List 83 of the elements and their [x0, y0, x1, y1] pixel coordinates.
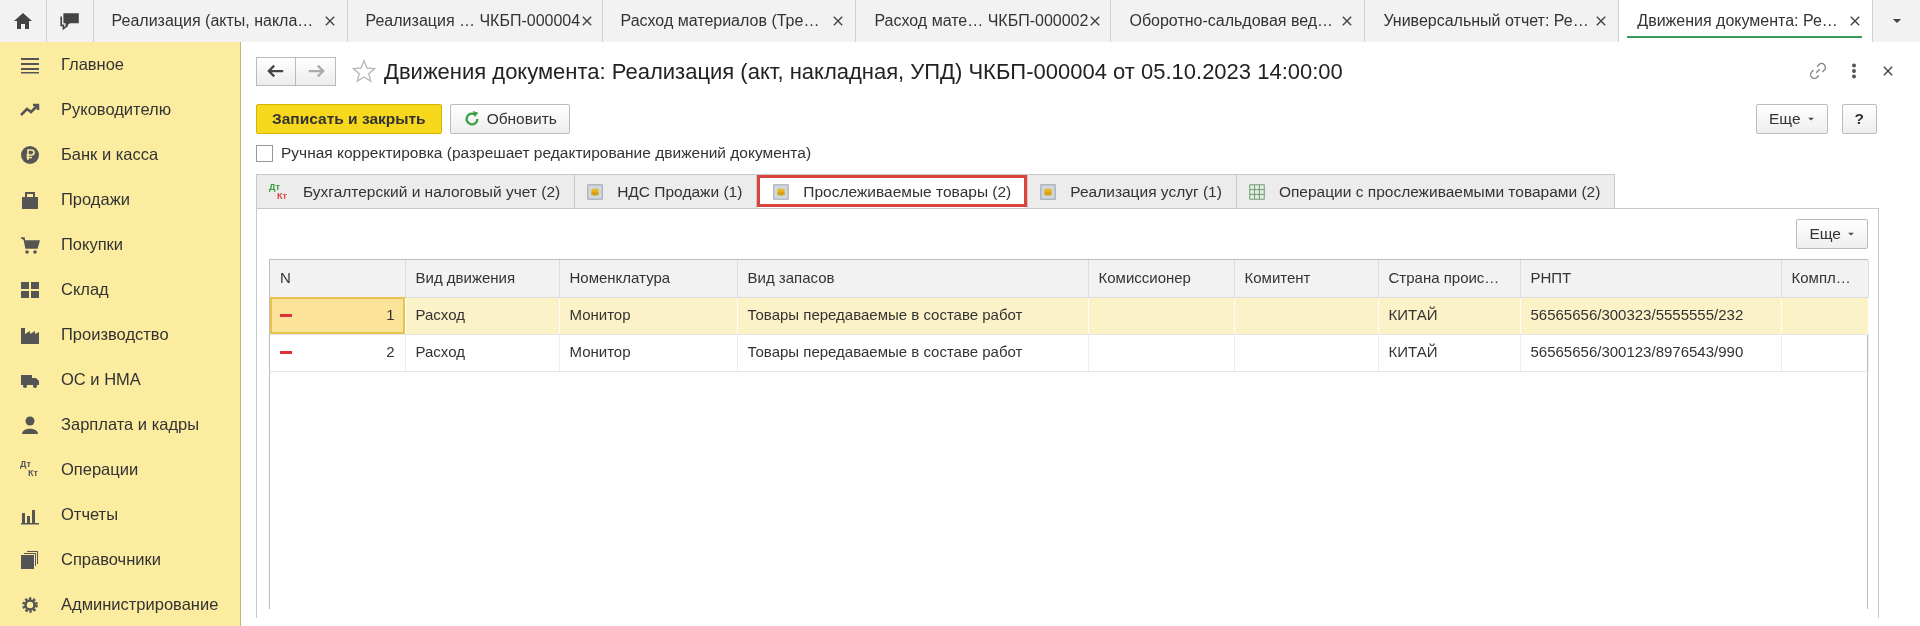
window-tab[interactable]: Движения документа: Ре… — [1619, 0, 1874, 42]
sidebar-item[interactable]: Справочники — [0, 537, 240, 582]
table-cell: КИТАЙ — [1378, 297, 1520, 334]
form-tab[interactable]: Операции с прослеживаемыми товарами (2) — [1235, 174, 1616, 208]
close-icon[interactable] — [1881, 64, 1895, 78]
form-tab[interactable]: Прослеживаемые товары (2) — [756, 174, 1029, 208]
table-cell-text: 1 — [386, 305, 395, 326]
ruble-coin-icon — [20, 144, 40, 165]
chat-bubbles-icon — [58, 10, 81, 32]
table-cell: Монитор — [559, 334, 737, 371]
refresh-icon — [462, 110, 481, 128]
form-tab[interactable]: Дт Кт Бухгалтерский и налоговый учет (2) — [256, 174, 576, 208]
save-and-close-button[interactable]: Записать и закрыть — [256, 104, 442, 134]
checkbox-label: Ручная корректировка (разрешает редактирование движений документа) — [281, 143, 812, 164]
column-header[interactable]: РНПТ — [1520, 260, 1781, 297]
sidebar-item[interactable]: Покупки — [0, 222, 240, 267]
sidebar-item[interactable]: Зарплата и кадры — [0, 402, 240, 447]
minus-icon — [280, 351, 292, 354]
form-tab[interactable]: Реализация услуг (1) — [1027, 174, 1237, 208]
checkbox[interactable] — [256, 144, 273, 162]
left-arrow-icon — [267, 62, 285, 80]
sidebar-item[interactable]: Банк и касса — [0, 132, 240, 177]
window-tab[interactable]: Оборотно-сальдовая вед… — [1111, 0, 1366, 42]
table-cell: Монитор — [559, 297, 737, 334]
sidebar-item[interactable]: Главное — [0, 42, 240, 87]
grid-icon — [20, 279, 40, 300]
sidebar-item[interactable]: Руководителю — [0, 87, 240, 132]
right-arrow-icon — [306, 62, 325, 80]
sidebar-item[interactable]: Дт Кт Операции — [0, 447, 240, 492]
column-header[interactable]: N — [270, 260, 405, 297]
table-cell: Товары передаваемые в составе работ — [737, 334, 1088, 371]
form-title: Движения документа: Реализация (акт, накладная, УПД) ЧКБП-000004 от 05.10.2023 14:00:00 — [384, 57, 1344, 86]
column-header[interactable]: Вид движения — [405, 260, 559, 297]
debit-credit-icon: Дт Кт — [20, 459, 40, 480]
coins-icon — [587, 183, 604, 200]
sidebar-item[interactable]: ОС и НМА — [0, 357, 240, 402]
column-header[interactable]: Страна проис… — [1378, 260, 1520, 297]
link-icon[interactable] — [1809, 62, 1827, 80]
column-header[interactable]: Комиссионер — [1088, 260, 1234, 297]
sidebar-item[interactable]: Отчеты — [0, 492, 240, 537]
minus-icon — [280, 314, 292, 317]
star-icon[interactable] — [352, 59, 376, 83]
settings-icon — [20, 594, 40, 615]
form-tab[interactable]: НДС Продажи (1) — [574, 174, 758, 208]
home-icon — [12, 11, 33, 31]
sidebar-item[interactable]: Администрирование — [0, 582, 240, 626]
chat-button[interactable] — [46, 0, 94, 42]
caret-icon — [1847, 230, 1855, 238]
column-header[interactable]: Комитент — [1234, 260, 1378, 297]
caret-icon — [1806, 115, 1815, 123]
refresh-button[interactable]: Обновить — [449, 104, 570, 134]
coins-icon — [1040, 183, 1057, 200]
coins-icon — [773, 183, 790, 200]
column-header[interactable]: Компл… — [1781, 260, 1868, 297]
table-cell: Расход — [405, 334, 559, 371]
window-tab[interactable]: Расход мате… ЧКБП-000002 — [856, 0, 1112, 42]
more-options-icon[interactable] — [1851, 62, 1857, 80]
window-tab[interactable]: Универсальный отчет: Ре… — [1365, 0, 1620, 42]
window-tab[interactable]: Реализация … ЧКБП-000004 — [347, 0, 603, 42]
window-tab[interactable]: Реализация (акты, накла… — [93, 0, 348, 42]
home-button[interactable] — [0, 0, 47, 42]
more-button[interactable]: Еще — [1796, 219, 1868, 249]
table-cell: Товары передаваемые в составе работ — [737, 297, 1088, 334]
sidebar-item[interactable]: Продажи — [0, 177, 240, 222]
table-cell: Расход — [405, 297, 559, 334]
more-button[interactable]: Еще — [1756, 104, 1828, 134]
person-icon — [20, 414, 40, 435]
sidebar-item[interactable]: Производство — [0, 312, 240, 357]
help-button[interactable]: ? — [1841, 104, 1877, 134]
table-icon — [1248, 183, 1265, 200]
table-cell: КИТАЙ — [1378, 334, 1520, 371]
column-header[interactable]: Вид запасов — [737, 260, 1088, 297]
table-cell: 56565656/300323/5555555/232 — [1520, 297, 1781, 334]
table-cell-text: 2 — [386, 342, 395, 363]
sidebar-item[interactable]: Склад — [0, 267, 240, 312]
cart-icon — [20, 234, 40, 255]
back-button[interactable] — [256, 56, 296, 86]
bag-icon — [20, 189, 40, 210]
debit-credit-icon: Дт Кт — [269, 182, 289, 201]
column-header[interactable]: Номенклатура — [559, 260, 737, 297]
window-tab[interactable]: Расход материалов (Тре… — [602, 0, 857, 42]
books-icon — [20, 549, 40, 570]
table-cell: 56565656/300123/8976543/990 — [1520, 334, 1781, 371]
